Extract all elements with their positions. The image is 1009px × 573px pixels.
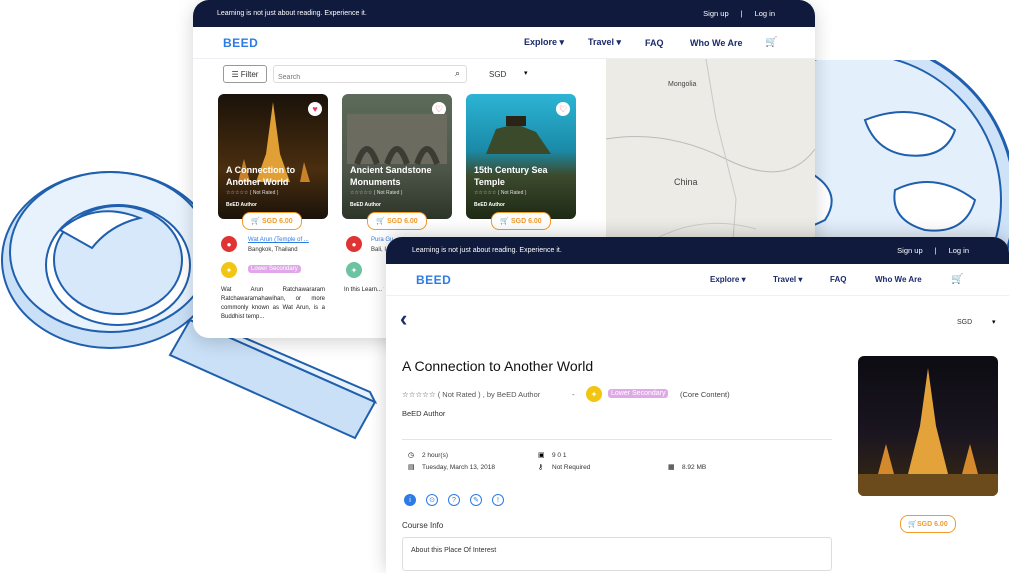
price-button[interactable]: 🛒 SGD 6.00 (900, 515, 956, 533)
level-tag: Lower Secondary (248, 265, 301, 273)
place-link[interactable]: Wat Arun (Temple of ... (248, 237, 309, 243)
location-pin-icon: ● (346, 236, 362, 252)
level-icon: ✦ (346, 262, 362, 278)
marketing-collage: Learning is not just about reading. Expe… (0, 0, 1009, 573)
search-box[interactable]: ⌕ (273, 65, 467, 83)
course-author: BeED Author (402, 409, 446, 418)
card-title: Ancient Sandstone Monuments (350, 165, 432, 187)
file-size: 8.92 MB (682, 464, 707, 471)
back-icon[interactable]: ‹ (400, 306, 407, 332)
top-bar: Learning is not just about reading. Expe… (386, 237, 1009, 264)
main-nav: BEED Explore ▾ Travel ▾ FAQ Who We Are 🛒 (386, 264, 1009, 296)
card-title: 15th Century Sea Temple (474, 165, 548, 187)
login-link[interactable]: Log in (755, 9, 775, 18)
lightbulb-icon[interactable]: ! (492, 494, 504, 506)
equipment: Not Required (552, 464, 591, 471)
signup-link[interactable]: Sign up (897, 246, 922, 255)
chevron-down-icon: ▾ (992, 319, 996, 326)
detail-window: Learning is not just about reading. Expe… (386, 237, 1009, 573)
temple-image (858, 368, 998, 496)
file-icon: ▦ (668, 464, 675, 471)
top-bar: Learning is not just about reading. Expe… (193, 0, 815, 27)
login-link[interactable]: Log in (949, 246, 969, 255)
nav-who-we-are[interactable]: Who We Are (875, 275, 922, 284)
course-image (858, 356, 998, 496)
level-icon: ✦ (221, 262, 237, 278)
nav-who-we-are[interactable]: Who We Are (690, 38, 743, 48)
course-title: A Connection to Another World (402, 358, 594, 374)
calendar-icon: ▤ (408, 464, 415, 471)
nav-explore[interactable]: Explore ▾ (710, 275, 746, 284)
core-content: (Core Content) (680, 390, 730, 399)
card-rating: ☆☆☆☆☆ ( Not Rated ) (226, 190, 279, 196)
question-icon[interactable]: ? (448, 494, 460, 506)
price-button[interactable]: 🛒 SGD 6.00 (242, 212, 302, 230)
cart-icon: 🛒 (376, 218, 385, 225)
course-rating: ☆☆☆☆☆ ( Not Rated ) , by BeED Author (402, 390, 541, 399)
price-label: SGD 6.00 (916, 520, 948, 528)
course-card-3[interactable]: ♡ 15th Century Sea Temple ☆☆☆☆☆ ( Not Ra… (466, 94, 576, 219)
separator: | (934, 246, 937, 255)
clock-icon: ◷ (408, 452, 415, 459)
price-label: SGD 6.00 (510, 217, 542, 225)
price-button[interactable]: 🛒 SGD 6.00 (367, 212, 427, 230)
cart-icon: 🛒 (251, 218, 260, 225)
price-label: SGD 6.00 (386, 217, 418, 225)
cart-icon: 🛒 (908, 521, 917, 528)
course-card-2[interactable]: ♡ Ancient Sandstone Monuments ☆☆☆☆☆ ( No… (342, 94, 452, 219)
filter-icon: ☰ (231, 69, 239, 79)
beed-logo[interactable]: BEED (223, 36, 258, 50)
nav-travel[interactable]: Travel ▾ (773, 275, 802, 284)
media-counts: 9 0 1 (552, 452, 567, 459)
tagline: Learning is not just about reading. Expe… (217, 10, 367, 17)
beed-logo[interactable]: BEED (416, 273, 451, 287)
cart-icon: 🛒 (500, 218, 509, 225)
divider (402, 439, 832, 440)
price-button[interactable]: 🛒 SGD 6.00 (491, 212, 551, 230)
info-icon[interactable]: i (404, 494, 416, 506)
cart-icon[interactable]: 🛒 (765, 37, 777, 48)
about-section[interactable]: About this Place Of Interest (402, 537, 832, 571)
card-description: In this Learn... will learn h... deterio… (344, 287, 384, 293)
separator: | (740, 9, 743, 18)
search-input[interactable] (278, 74, 438, 81)
course-card-1[interactable]: ♥ A Connection to Another World ☆☆☆☆☆ ( … (218, 94, 328, 219)
level-icon: ✦ (586, 386, 602, 402)
card-rating: ☆☆☆☆☆ ( Not Rated ) (474, 190, 527, 196)
equipment-icon: ⚷ (538, 464, 544, 471)
filter-label: Filter (240, 69, 259, 79)
course-info-heading: Course Info (402, 521, 444, 530)
currency-select[interactable]: SGD (489, 70, 506, 79)
location-pin-icon: ● (221, 236, 237, 252)
card-rating: ☆☆☆☆☆ ( Not Rated ) (350, 190, 403, 196)
nav-explore[interactable]: Explore ▾ (524, 37, 564, 48)
chevron-down-icon: ▾ (524, 70, 528, 77)
card-author: BeED Author (474, 202, 505, 208)
about-heading: About this Place Of Interest (411, 547, 497, 554)
level-tag: Lower Secondary (608, 389, 669, 398)
card-description: Wat Arun Ratchawararam Ratchawaramahawih… (221, 287, 325, 320)
date: Tuesday, March 13, 2018 (422, 464, 495, 471)
card-author: BeED Author (350, 202, 381, 208)
duration: 2 hour(s) (422, 452, 449, 459)
price-label: SGD 6.00 (261, 217, 293, 225)
nav-travel[interactable]: Travel ▾ (588, 37, 621, 48)
location-icon[interactable]: ⊙ (426, 494, 438, 506)
dash: - (572, 390, 575, 399)
main-nav: BEED Explore ▾ Travel ▾ FAQ Who We Are 🛒 (193, 27, 815, 59)
media-icon: ▣ (538, 452, 545, 459)
currency-select[interactable]: SGD (957, 319, 972, 326)
place-location: Bangkok, Thailand (248, 247, 298, 253)
card-title: A Connection to Another World (226, 165, 296, 187)
search-icon[interactable]: ⌕ (455, 68, 460, 79)
nav-faq[interactable]: FAQ (645, 38, 664, 48)
signup-link[interactable]: Sign up (703, 9, 728, 18)
filter-button[interactable]: ☰ Filter (223, 65, 267, 83)
nav-faq[interactable]: FAQ (830, 275, 846, 284)
tagline: Learning is not just about reading. Expe… (412, 247, 562, 254)
cart-icon[interactable]: 🛒 (951, 274, 963, 285)
card-author: BeED Author (226, 202, 257, 208)
edit-icon[interactable]: ✎ (470, 494, 482, 506)
